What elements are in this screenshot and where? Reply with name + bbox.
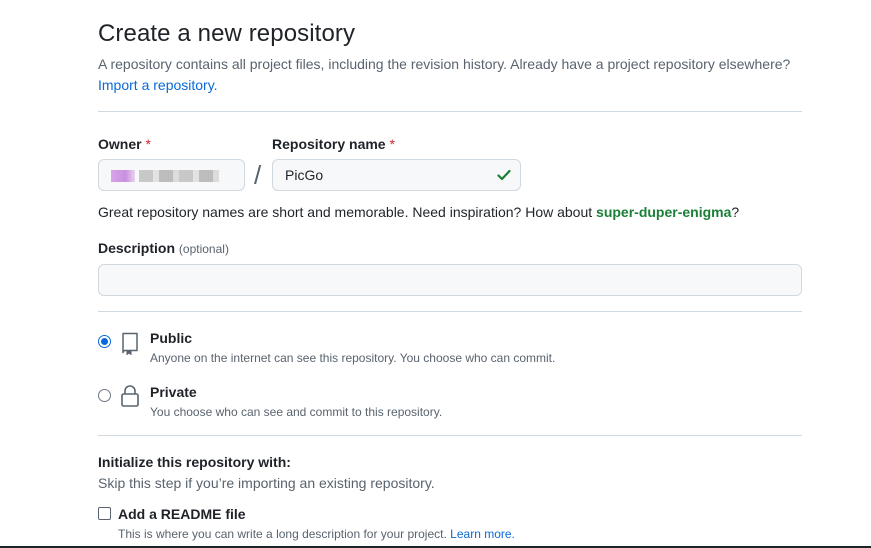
description-label: Description (optional)	[98, 240, 229, 256]
optional-tag: (optional)	[178, 242, 229, 256]
repository-name-input[interactable]	[272, 159, 521, 191]
intro-text: A repository contains all project files,…	[98, 56, 791, 72]
divider	[98, 435, 802, 436]
required-mark: *	[145, 136, 151, 152]
private-radio[interactable]	[98, 389, 111, 402]
page-description: A repository contains all project files,…	[98, 54, 818, 96]
name-hint: Great repository names are short and mem…	[98, 204, 740, 220]
import-repository-link[interactable]: Import a repository.	[98, 77, 218, 93]
readme-description: This is where you can write a long descr…	[118, 527, 515, 541]
public-title: Public	[150, 330, 193, 346]
initialize-title: Initialize this repository with:	[98, 454, 291, 470]
add-readme-checkbox[interactable]	[98, 507, 111, 520]
avatar	[111, 170, 135, 182]
lock-icon	[121, 385, 139, 407]
owner-name-redacted	[139, 170, 219, 182]
description-input[interactable]	[98, 264, 802, 296]
public-radio[interactable]	[98, 335, 111, 348]
page-title: Create a new repository	[98, 20, 356, 47]
owner-repo-separator: /	[254, 160, 262, 190]
initialize-subtitle: Skip this step if you’re importing an ex…	[98, 475, 435, 491]
owner-select[interactable]	[98, 159, 245, 191]
divider	[98, 311, 802, 312]
required-mark: *	[389, 136, 395, 152]
public-subtitle: Anyone on the internet can see this repo…	[150, 351, 556, 365]
private-subtitle: You choose who can see and commit to thi…	[150, 405, 443, 419]
divider	[98, 111, 802, 112]
owner-label: Owner *	[98, 136, 151, 152]
learn-more-link[interactable]: Learn more.	[450, 527, 515, 541]
add-readme-label[interactable]: Add a README file	[118, 506, 246, 522]
name-suggestion[interactable]: super-duper-enigma	[596, 204, 731, 220]
repository-name-label: Repository name *	[272, 136, 395, 152]
check-icon	[497, 169, 511, 181]
repo-icon	[122, 332, 138, 355]
private-title: Private	[150, 384, 197, 400]
